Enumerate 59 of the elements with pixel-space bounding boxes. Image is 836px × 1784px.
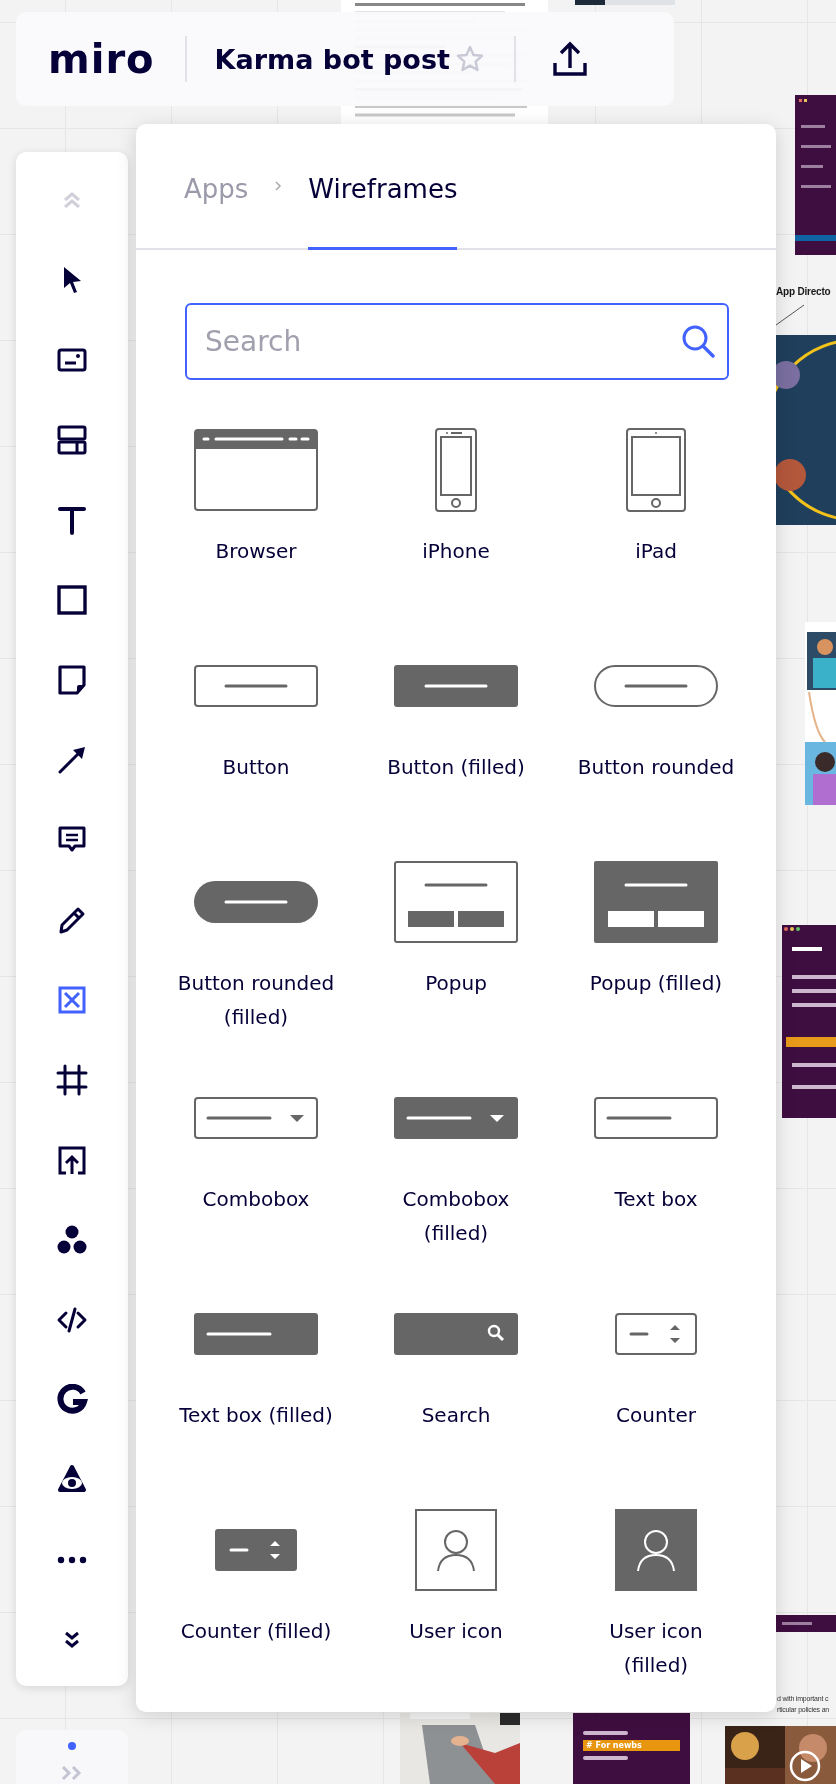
button-icon[interactable]	[394, 665, 518, 707]
item-label[interactable]: Button	[222, 750, 290, 784]
item-label[interactable]: Browser	[215, 534, 297, 568]
frame-icon[interactable]	[56, 1064, 88, 1096]
counter-icon[interactable]	[215, 1529, 297, 1571]
item-label[interactable]: Popup	[425, 966, 487, 1000]
counter-icon[interactable]	[615, 1313, 697, 1355]
tablet-icon[interactable]	[626, 428, 686, 512]
wireframe-icon[interactable]	[56, 984, 88, 1016]
item-label[interactable]: iPhone	[422, 534, 490, 568]
layout-icon[interactable]	[56, 424, 88, 456]
search-icon[interactable]	[681, 324, 715, 358]
logo[interactable]: miro	[48, 36, 155, 82]
placeholder-line	[583, 1731, 628, 1735]
arrow-icon[interactable]	[56, 744, 88, 776]
item-label[interactable]: Combobox	[202, 1182, 310, 1216]
user-avatar-icon[interactable]	[415, 1509, 497, 1591]
board-title[interactable]: Karma bot post	[214, 43, 450, 75]
item-label[interactable]: Search	[421, 1398, 491, 1432]
rounded-button-icon[interactable]	[594, 665, 718, 707]
item-label[interactable]: Counter (filled)	[180, 1614, 332, 1648]
breadcrumb-tab[interactable]: Wireframes	[308, 124, 458, 250]
circles-icon[interactable]	[56, 1224, 88, 1256]
item-label[interactable]: Popup (filled)	[589, 966, 723, 1000]
text-field-icon[interactable]	[594, 1097, 718, 1139]
upload-icon[interactable]	[56, 1144, 88, 1176]
board-label: App Directo	[776, 286, 831, 297]
item-label[interactable]: Text box (filled)	[179, 1398, 333, 1432]
placeholder-line	[583, 1756, 628, 1760]
item-label[interactable]: Counter	[616, 1398, 696, 1432]
item-label[interactable]: Combobox (filled)	[377, 1182, 535, 1250]
text-icon[interactable]	[56, 504, 88, 536]
popup-icon[interactable]	[394, 861, 518, 943]
chevron-right-icon	[274, 180, 283, 192]
popup-icon[interactable]	[594, 861, 718, 943]
sticky-note-icon[interactable]	[56, 664, 88, 696]
item-label[interactable]: Button (filled)	[387, 750, 525, 784]
item-label[interactable]: User icon	[409, 1614, 503, 1648]
connector-line	[775, 304, 805, 326]
phone-icon[interactable]	[435, 428, 477, 512]
upload-icon[interactable]	[551, 41, 588, 77]
star-icon[interactable]	[455, 45, 484, 73]
button-icon[interactable]	[194, 665, 318, 707]
user-avatar-icon[interactable]	[615, 1509, 697, 1591]
item-label[interactable]: Button rounded	[577, 750, 735, 784]
google-icon[interactable]	[56, 1384, 88, 1416]
dropdown-icon[interactable]	[194, 1097, 318, 1139]
item-label[interactable]: User icon (filled)	[577, 1614, 735, 1682]
text-field-icon[interactable]	[194, 1313, 318, 1355]
item-label[interactable]: Text box	[614, 1182, 698, 1216]
search-field[interactable]: Search	[185, 303, 729, 380]
rounded-button-icon[interactable]	[194, 881, 318, 923]
item-label[interactable]: iPad	[635, 534, 677, 568]
dropdown-icon[interactable]	[394, 1097, 518, 1139]
channel-label: # For newbs	[583, 1740, 680, 1751]
square-icon[interactable]	[56, 584, 88, 616]
browser-icon[interactable]	[194, 429, 318, 511]
search-field-icon[interactable]	[394, 1313, 518, 1355]
item-label[interactable]: Button rounded (filled)	[177, 966, 335, 1034]
